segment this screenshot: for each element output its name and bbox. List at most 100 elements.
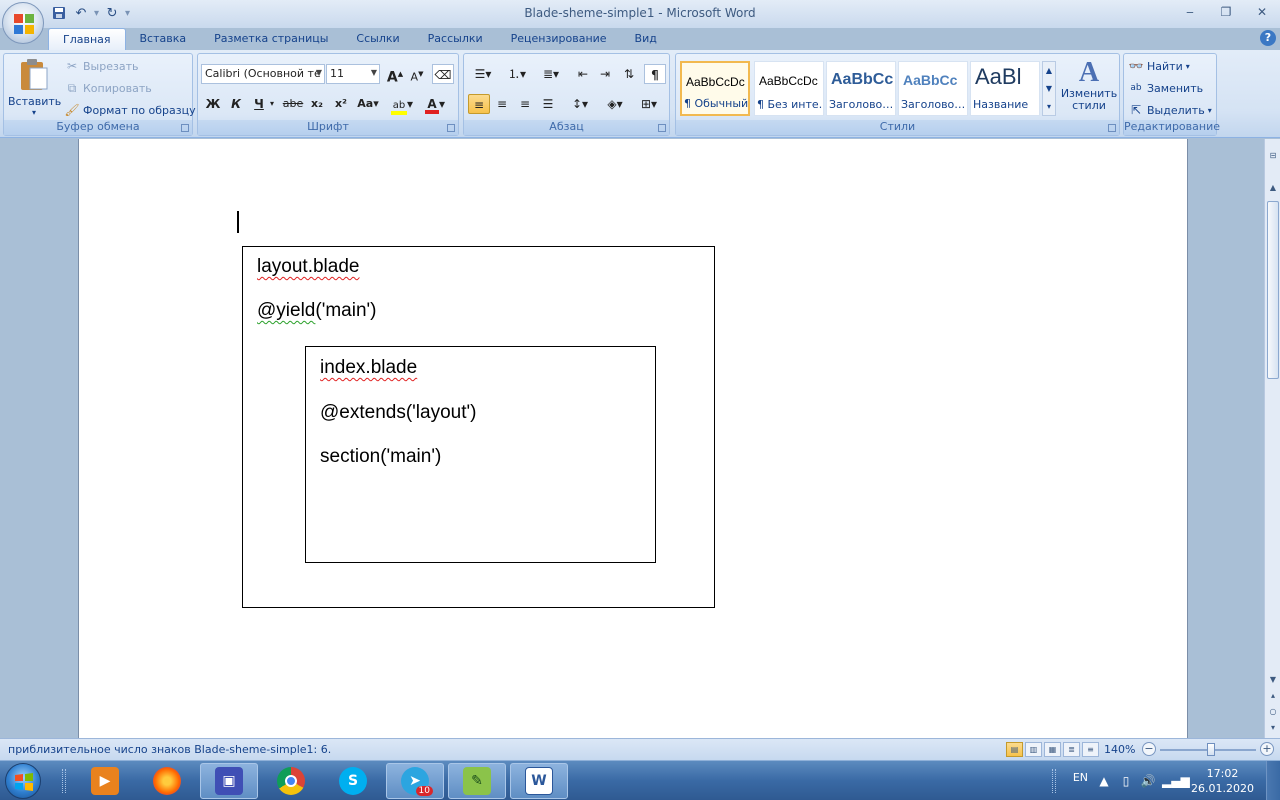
vertical-scrollbar[interactable]: ⊟ ▲ ▼ ▴ ○ ▾: [1264, 139, 1280, 738]
sort-icon[interactable]: ⇅: [618, 64, 640, 84]
tab-view[interactable]: Вид: [621, 28, 671, 50]
align-right-icon[interactable]: ≡: [514, 94, 536, 114]
font-color-button[interactable]: A ▾: [420, 94, 450, 114]
line-spacing-icon[interactable]: ↕▾: [566, 94, 594, 114]
decrease-indent-icon[interactable]: ⇤: [572, 64, 594, 84]
chrome-app[interactable]: [262, 763, 320, 799]
change-case-button[interactable]: Aa▾: [354, 94, 382, 114]
zoom-out-icon[interactable]: −: [1142, 742, 1156, 756]
superscript-button[interactable]: x²: [330, 94, 352, 114]
dialog-launcher-icon[interactable]: [658, 124, 666, 132]
show-desktop-button[interactable]: [1266, 761, 1280, 800]
paste-button[interactable]: Вставить ▾: [8, 56, 61, 118]
yield-directive: @yield: [257, 300, 316, 321]
telegram-app[interactable]: ➤ 10: [386, 763, 444, 799]
next-page-icon[interactable]: ▾: [1266, 721, 1280, 735]
grow-font-button[interactable]: A▲: [384, 64, 406, 86]
print-layout-icon[interactable]: ▤: [1006, 742, 1023, 757]
style-heading-1[interactable]: AaBbCc Заголово…: [826, 61, 896, 116]
zoom-in-icon[interactable]: +: [1260, 742, 1274, 756]
scroll-up-icon[interactable]: ▲: [1266, 181, 1280, 195]
dialog-launcher-icon[interactable]: [181, 124, 189, 132]
tab-insert[interactable]: Вставка: [126, 28, 201, 50]
clear-formatting-icon[interactable]: ⌫: [432, 64, 454, 84]
italic-button[interactable]: К: [225, 94, 247, 114]
style-name: ¶ Без инте…: [757, 98, 823, 111]
inner-box-index[interactable]: index.blade @extends('layout') section('…: [305, 346, 656, 563]
close-button[interactable]: ✕: [1244, 0, 1280, 24]
style-heading-2[interactable]: AaBbCc Заголово…: [898, 61, 968, 116]
bullets-icon[interactable]: ☰▾: [468, 64, 498, 84]
show-marks-button[interactable]: ¶: [644, 64, 666, 84]
find-button[interactable]: 👓 Найти ▾: [1128, 56, 1190, 76]
select-browse-object-icon[interactable]: ○: [1266, 705, 1280, 719]
ruler-toggle-icon[interactable]: ⊟: [1266, 149, 1280, 163]
tab-page-layout[interactable]: Разметка страницы: [200, 28, 342, 50]
shrink-font-button[interactable]: A▼: [406, 64, 428, 84]
multilevel-list-icon[interactable]: ≣▾: [536, 64, 566, 84]
minimize-button[interactable]: ‒: [1172, 0, 1208, 24]
word-app[interactable]: W: [510, 763, 568, 799]
style-no-spacing[interactable]: AaBbCcDc ¶ Без инте…: [754, 61, 824, 116]
font-name-select[interactable]: Calibri (Основной те ▼: [201, 64, 325, 84]
full-screen-reading-icon[interactable]: ▥: [1025, 742, 1042, 757]
justify-icon[interactable]: ☰: [537, 94, 559, 114]
outer-box-layout[interactable]: layout.blade @yield('main') index.blade …: [242, 246, 715, 608]
outline-icon[interactable]: ≣: [1063, 742, 1080, 757]
tab-mailings[interactable]: Рассылки: [414, 28, 497, 50]
borders-icon[interactable]: ⊞▾: [634, 94, 664, 114]
start-button[interactable]: [5, 763, 41, 799]
underline-dropdown-icon[interactable]: ▾: [266, 94, 278, 114]
strikethrough-button[interactable]: abe: [282, 94, 304, 114]
cut-button[interactable]: ✂ Вырезать: [64, 56, 139, 76]
tab-references[interactable]: Ссылки: [342, 28, 413, 50]
zoom-level[interactable]: 140%: [1104, 743, 1135, 756]
show-hidden-icons-icon[interactable]: ▲: [1096, 773, 1112, 789]
scroll-up-icon[interactable]: ▲: [1043, 62, 1055, 80]
scroll-thumb[interactable]: [1267, 201, 1279, 379]
help-button[interactable]: ?: [1260, 30, 1276, 46]
scroll-down-icon[interactable]: ▼: [1043, 80, 1055, 98]
bold-button[interactable]: Ж: [202, 94, 224, 114]
format-painter-label: Формат по образцу: [83, 103, 196, 117]
dialog-launcher-icon[interactable]: [1108, 124, 1116, 132]
align-center-icon[interactable]: ≡: [491, 94, 513, 114]
office-button[interactable]: [2, 2, 44, 44]
document-page[interactable]: layout.blade @yield('main') index.blade …: [78, 139, 1188, 738]
subscript-button[interactable]: x₂: [306, 94, 328, 114]
format-painter-button[interactable]: 🖌 Формат по образцу: [64, 100, 196, 120]
numbering-icon[interactable]: ⒈▾: [502, 64, 532, 84]
scroll-down-icon[interactable]: ▼: [1266, 673, 1280, 687]
clock[interactable]: 17:02 26.01.2020: [1191, 766, 1254, 796]
increase-indent-icon[interactable]: ⇥: [594, 64, 616, 84]
zoom-slider-thumb[interactable]: [1207, 743, 1215, 756]
skype-app[interactable]: S: [324, 763, 382, 799]
video-player-app[interactable]: ▶: [76, 763, 134, 799]
change-styles-button[interactable]: A Изменить стили: [1060, 58, 1118, 120]
font-size-select[interactable]: 11 ▼: [326, 64, 380, 84]
select-button[interactable]: ⇱ Выделить ▾: [1128, 100, 1212, 120]
copy-button[interactable]: ⧉ Копировать: [64, 78, 152, 98]
dialog-launcher-icon[interactable]: [447, 124, 455, 132]
volume-icon[interactable]: 🔊: [1140, 773, 1156, 789]
highlight-button[interactable]: ab ▾: [388, 94, 416, 115]
more-styles-icon[interactable]: ▾: [1043, 98, 1055, 115]
tab-home[interactable]: Главная: [48, 28, 126, 50]
draft-icon[interactable]: ≡: [1082, 742, 1099, 757]
network-icon[interactable]: ▂▄▆: [1162, 773, 1190, 789]
notepad-plus-app[interactable]: ✎: [448, 763, 506, 799]
previous-page-icon[interactable]: ▴: [1266, 689, 1280, 703]
language-indicator[interactable]: EN: [1073, 771, 1088, 784]
power-icon[interactable]: ▯: [1118, 773, 1134, 789]
shading-icon[interactable]: ◈▾: [600, 94, 630, 114]
replace-button[interactable]: ab Заменить: [1128, 78, 1203, 98]
styles-group-label: Стили: [676, 120, 1119, 135]
tab-review[interactable]: Рецензирование: [497, 28, 621, 50]
web-layout-icon[interactable]: ▦: [1044, 742, 1061, 757]
style-title[interactable]: AaBl Название: [970, 61, 1040, 116]
align-left-icon[interactable]: ≡: [468, 94, 490, 114]
style-normal[interactable]: AaBbCcDc ¶ Обычный: [680, 61, 750, 116]
save-app[interactable]: ▣: [200, 763, 258, 799]
firefox-app[interactable]: [138, 763, 196, 799]
maximize-button[interactable]: ❐: [1208, 0, 1244, 24]
